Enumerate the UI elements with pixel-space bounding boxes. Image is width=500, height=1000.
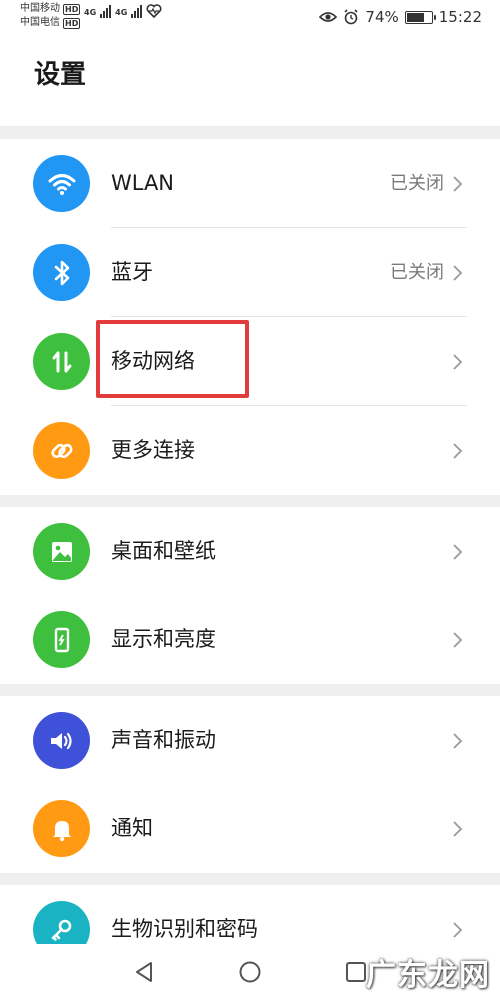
settings-item-label: 显示和亮度	[111, 627, 216, 651]
watermark: 广东龙网	[366, 958, 490, 993]
settings-item-label: 声音和振动	[111, 728, 216, 752]
settings-item-label: 通知	[111, 816, 153, 840]
chevron-right-icon	[453, 821, 463, 837]
group-separator	[0, 873, 500, 885]
settings-item-label: 蓝牙	[111, 260, 153, 284]
settings-item-label: 更多连接	[111, 438, 195, 462]
battery-icon	[404, 10, 436, 24]
alarm-icon	[344, 9, 358, 25]
icon-circle	[33, 800, 90, 857]
speaker-icon	[50, 732, 72, 749]
chevron-right-icon	[453, 922, 463, 938]
network-type-label: 4G	[115, 8, 128, 17]
settings-item-label: 桌面和壁纸	[111, 539, 216, 563]
icon-circle	[33, 523, 90, 580]
bell-icon	[52, 820, 71, 841]
key-icon	[51, 919, 71, 941]
icon-circle	[33, 712, 90, 769]
settings-item-notifications[interactable]: 通知	[0, 784, 500, 873]
group-separator	[0, 684, 500, 696]
bluetooth-icon	[54, 260, 69, 285]
clock: 15:22	[438, 8, 482, 26]
link-icon	[50, 443, 73, 458]
carrier-info: 中国移动 HD 中国电信 HD	[20, 2, 81, 30]
chevron-right-icon	[453, 443, 463, 459]
group-separator	[0, 126, 500, 139]
chevron-right-icon	[453, 354, 463, 370]
icon-circle	[33, 611, 90, 668]
chevron-right-icon	[453, 733, 463, 749]
group-separator	[0, 495, 500, 507]
chevron-right-icon	[453, 544, 463, 560]
status-bar: 中国移动 HD 中国电信 HD 4G 4G 74% 15:22	[0, 0, 500, 36]
chevron-right-icon	[453, 632, 463, 648]
home-icon[interactable]	[238, 960, 262, 984]
signal-indicators: 4G 4G	[84, 4, 162, 18]
mobile-data-icon	[52, 351, 71, 372]
display-icon	[54, 627, 69, 652]
hd-badge: HD	[63, 17, 81, 29]
network-type-label: 4G	[84, 8, 97, 17]
status-right: 74% 15:22	[319, 8, 482, 26]
icon-circle	[33, 333, 90, 390]
recents-icon[interactable]	[344, 960, 368, 984]
settings-item-mobile-network[interactable]: 移动网络	[0, 317, 500, 406]
carrier-1: 中国移动	[20, 3, 60, 14]
settings-item-wlan[interactable]: WLAN 已关闭	[0, 139, 500, 228]
page-title: 设置	[34, 60, 87, 90]
battery-percent: 74%	[365, 8, 399, 26]
chevron-right-icon	[453, 176, 463, 192]
wifi-icon	[48, 173, 75, 195]
heart-rate-icon	[146, 4, 162, 18]
back-icon[interactable]	[132, 960, 156, 984]
highlight-annotation-box	[96, 320, 249, 398]
settings-item-status: 已关闭	[390, 173, 444, 194]
settings-item-label: WLAN	[111, 171, 175, 195]
signal-icon	[100, 4, 112, 18]
eye-comfort-icon	[319, 12, 338, 22]
icon-circle	[33, 155, 90, 212]
wallpaper-icon	[51, 541, 72, 562]
settings-item-sound[interactable]: 声音和振动	[0, 696, 500, 785]
settings-item-bluetooth[interactable]: 蓝牙 已关闭	[0, 228, 500, 317]
icon-circle	[33, 244, 90, 301]
settings-item-more-connections[interactable]: 更多连接	[0, 406, 500, 495]
icon-circle	[33, 422, 90, 479]
carrier-2: 中国电信	[20, 17, 60, 28]
hd-badge: HD	[63, 3, 81, 15]
settings-item-wallpaper[interactable]: 桌面和壁纸	[0, 507, 500, 596]
settings-item-display[interactable]: 显示和亮度	[0, 595, 500, 684]
signal-icon	[131, 4, 143, 18]
chevron-right-icon	[453, 265, 463, 281]
settings-item-status: 已关闭	[390, 262, 444, 283]
